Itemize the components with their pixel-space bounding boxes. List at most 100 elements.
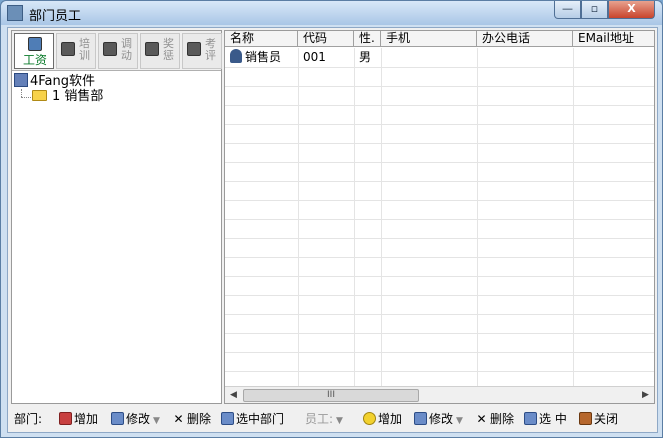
maximize-button[interactable]: ▫ [581,1,608,19]
grid-line [225,124,654,125]
dropdown-caret-icon[interactable]: ▼ [153,416,160,426]
grid-line [225,67,654,68]
department-panel: 工资 培训 调动 奖惩 考评 4Fang软件 1 销售部 [11,30,222,404]
dept-edit-button[interactable]: 修改 ▼ [111,410,160,428]
emp-edit-button[interactable]: 修改 ▼ [414,410,463,428]
title-bar[interactable]: 部门员工 — ▫ X [1,1,662,25]
delete-icon: ✕ [476,412,487,426]
salary-label: 工资 [22,53,47,67]
column-header-code[interactable]: 代码 [298,31,354,47]
evaluation-icon [187,42,201,56]
grid-line [225,314,654,315]
grid-line [225,162,654,163]
smiley-icon [363,412,376,425]
evaluation-button[interactable]: 考评 [182,33,222,69]
close-window-button[interactable]: X [608,1,655,19]
dept-select-button[interactable]: 选中部门 [221,410,284,428]
edit-icon [111,412,124,425]
emp-delete-button[interactable]: ✕ 删除 [475,410,514,428]
reward-icon [145,42,159,56]
horizontal-scrollbar[interactable]: ◀ III ▶ [225,386,654,403]
scroll-left-arrow-icon[interactable]: ◀ [225,387,242,403]
department-tree: 4Fang软件 1 销售部 [12,71,221,403]
dept-select-label: 选中部门 [236,412,285,426]
emp-add-label: 增加 [378,412,403,426]
grid-line [298,48,299,386]
tree-node-sales[interactable]: 1 销售部 [32,89,103,105]
bottom-toolbar: 部门: 增加 修改 ▼ ✕ 删除 选中部门 员工: ▼ 增加 修改 ▼ ✕ 删除 选 中 … [8,406,657,432]
scroll-right-arrow-icon[interactable]: ▶ [637,387,654,403]
grid-line [381,48,382,386]
salary-icon [28,37,42,51]
folder-icon [32,90,47,101]
grid-line [225,352,654,353]
emp-select-button[interactable]: 选 中 [524,410,567,428]
cell-email [573,48,654,67]
person-icon [230,49,242,63]
dept-delete-label: 删除 [187,412,212,426]
scroll-thumb[interactable]: III [243,389,419,402]
training-button[interactable]: 培训 [56,33,96,69]
column-header-email[interactable]: EMail地址 [573,31,654,47]
grid-line [225,219,654,220]
emp-add-button[interactable]: 增加 [363,410,402,428]
close-label: 关闭 [594,412,619,426]
grid-header: 名称 代码 性. 手机 办公电话 EMail地址 [225,31,654,47]
reward-button[interactable]: 奖惩 [140,33,180,69]
evaluation-label: 考评 [205,37,216,62]
app-icon [7,5,23,21]
tree-root-label: 4Fang软件 [30,74,96,89]
cell-mobile [381,48,477,67]
emp-select-label: 选 中 [539,412,567,426]
tree-connector [21,89,22,97]
table-row[interactable]: 销售员 001 男 [225,48,654,67]
training-label: 培训 [79,37,90,62]
dropdown-caret-icon[interactable]: ▼ [456,416,463,426]
door-exit-icon [579,412,592,425]
tree-root-node[interactable]: 4Fang软件 [14,73,95,89]
column-header-name[interactable]: 名称 [225,31,298,47]
dept-add-button[interactable]: 增加 [59,410,98,428]
cell-name-text: 销售员 [245,50,282,64]
main-window: 部门员工 — ▫ X 工资 培训 调动 奖惩 考评 4Fang软件 1 销售部 … [0,0,663,438]
grid-line [225,276,654,277]
column-header-sex[interactable]: 性. [354,31,381,47]
column-header-mobile[interactable]: 手机 [381,31,477,47]
employee-grid: 名称 代码 性. 手机 办公电话 EMail地址 销售员 001 男 ◀ III… [224,30,655,404]
emp-delete-label: 删除 [490,412,515,426]
grid-body: 销售员 001 男 [225,48,654,386]
close-button[interactable]: 关闭 [579,410,618,428]
tree-connector [21,97,31,98]
emp-edit-label: 修改 [429,412,454,426]
column-header-office-phone[interactable]: 办公电话 [477,31,573,47]
dept-delete-button[interactable]: ✕ 删除 [172,410,211,428]
grid-line [225,371,654,372]
window-title: 部门员工 [29,9,82,24]
emp-section-label: 员工: ▼ [305,410,343,428]
cell-code: 001 [303,50,326,64]
grid-line [225,181,654,182]
emp-label-text: 员工: [305,412,334,426]
dropdown-caret-icon: ▼ [336,416,343,426]
grid-line [225,200,654,201]
select-icon [221,412,234,425]
transfer-icon [103,42,117,56]
cell-name: 销售员 [225,48,298,67]
tree-node-label: 1 销售部 [52,89,104,104]
minimize-button[interactable]: — [554,1,581,19]
grid-line [225,143,654,144]
client-area: 工资 培训 调动 奖惩 考评 4Fang软件 1 销售部 名称 代码 性. 手机… [7,27,658,433]
transfer-button[interactable]: 调动 [98,33,138,69]
delete-icon: ✕ [173,412,184,426]
cell-office-phone [477,48,573,67]
training-icon [61,42,75,56]
salary-button[interactable]: 工资 [14,33,54,69]
company-icon [14,73,28,87]
grid-line [354,48,355,386]
add-dept-icon [59,412,72,425]
grid-line [573,48,574,386]
dept-section-label: 部门: [14,412,43,426]
dept-edit-label: 修改 [126,412,151,426]
grid-line [225,333,654,334]
grid-line [225,295,654,296]
